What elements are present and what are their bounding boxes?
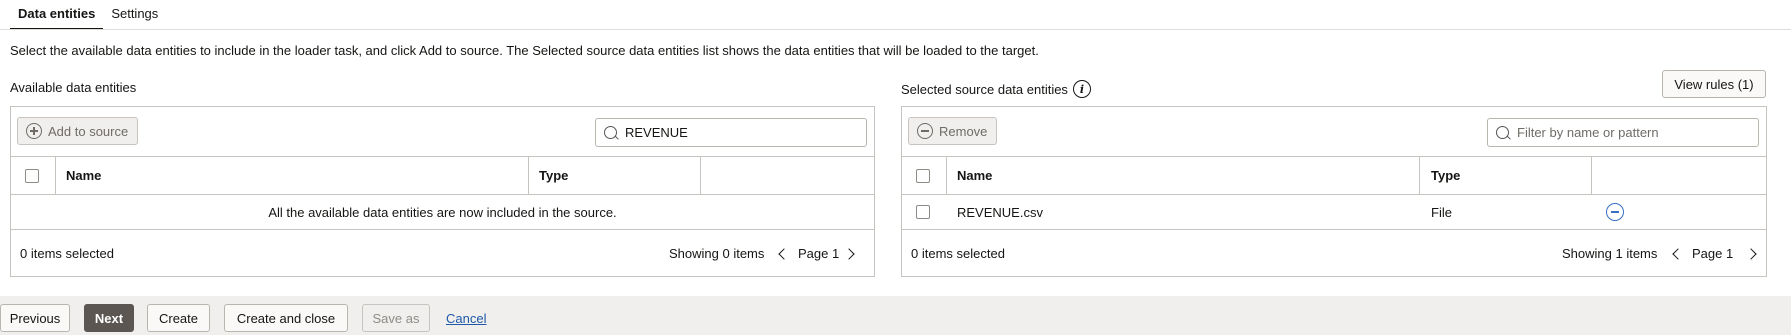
chevron-right-icon[interactable]	[843, 248, 855, 260]
add-to-source-button[interactable]: Add to source	[17, 117, 139, 145]
add-to-source-label: Add to source	[48, 123, 129, 139]
column-header-name[interactable]: Name	[957, 157, 992, 194]
available-toolbar: Add to source	[11, 107, 874, 157]
available-search-input[interactable]	[623, 124, 823, 141]
available-entities-panel: Add to source Name Type All the availabl…	[10, 106, 875, 277]
row-type: File	[1431, 204, 1452, 220]
chevron-left-icon[interactable]	[1672, 248, 1684, 260]
row-name: REVENUE.csv	[957, 204, 1043, 220]
tab-data-entities[interactable]: Data entities	[10, 0, 104, 30]
tab-divider	[0, 29, 1791, 30]
selected-footer: 0 items selected Showing 1 items Page 1	[902, 230, 1766, 276]
column-divider	[946, 157, 947, 194]
select-all-checkbox-cell	[25, 157, 39, 194]
info-icon[interactable]: i	[1072, 80, 1091, 98]
selected-entities-title-label: Selected source data entities	[901, 81, 1068, 97]
selected-toolbar: Remove	[902, 107, 1766, 157]
tab-bar: Data entities Settings	[10, 0, 166, 30]
column-divider	[55, 157, 56, 194]
search-icon	[1496, 126, 1509, 139]
available-footer: 0 items selected Showing 0 items Page 1	[11, 230, 874, 276]
column-header-name[interactable]: Name	[66, 157, 101, 194]
view-rules-button[interactable]: View rules (1)	[1662, 70, 1766, 98]
column-divider	[1419, 157, 1420, 194]
column-divider	[1591, 157, 1592, 194]
available-search-box[interactable]	[595, 118, 867, 147]
select-all-checkbox-cell	[916, 157, 930, 194]
chevron-right-icon[interactable]	[1745, 248, 1757, 260]
selected-filter-box[interactable]	[1487, 118, 1759, 147]
available-entities-title: Available data entities	[10, 80, 136, 95]
column-header-type[interactable]: Type	[539, 157, 568, 194]
row-remove-cell	[1606, 195, 1624, 229]
chevron-left-icon[interactable]	[778, 248, 790, 260]
column-header-type[interactable]: Type	[1431, 157, 1460, 194]
selected-entities-panel: Remove Name Type REVENUE.csv File 0 item…	[901, 106, 1767, 277]
previous-button[interactable]: Previous	[0, 304, 70, 332]
save-as-button[interactable]: Save as	[362, 304, 430, 332]
create-and-close-button[interactable]: Create and close	[224, 304, 348, 332]
empty-row: All the available data entities are now …	[11, 195, 874, 230]
next-button[interactable]: Next	[84, 304, 134, 332]
column-divider	[700, 157, 701, 194]
selected-entities-title: Selected source data entities i	[901, 80, 1091, 98]
cancel-link[interactable]: Cancel	[446, 311, 486, 326]
selected-table-header: Name Type	[902, 157, 1766, 195]
action-bar: Previous Next Create Create and close Sa…	[0, 296, 1791, 335]
available-entities-title-label: Available data entities	[10, 80, 137, 95]
table-row[interactable]: REVENUE.csv File	[902, 195, 1766, 230]
available-table-header: Name Type	[11, 157, 874, 195]
select-all-checkbox[interactable]	[916, 168, 930, 183]
empty-message: All the available data entities are now …	[268, 204, 617, 220]
remove-row-icon[interactable]	[1606, 203, 1624, 221]
row-checkbox[interactable]	[916, 205, 930, 219]
selected-page-label: Page 1	[1692, 245, 1734, 261]
select-all-checkbox[interactable]	[25, 168, 39, 183]
tab-settings[interactable]: Settings	[103, 0, 166, 30]
selected-showing-count: Showing 1 items	[1562, 245, 1658, 261]
create-button[interactable]: Create	[147, 304, 210, 332]
row-checkbox-cell	[916, 195, 930, 229]
available-showing-count: Showing 0 items	[669, 245, 765, 261]
available-page-label: Page 1	[798, 245, 840, 261]
instructions-text: Select the available data entities to in…	[10, 43, 1039, 58]
column-divider	[528, 157, 529, 194]
search-icon	[604, 126, 617, 139]
available-selected-count: 0 items selected	[20, 245, 114, 261]
plus-circle-icon	[26, 123, 42, 139]
remove-button[interactable]: Remove	[908, 117, 998, 145]
filter-input[interactable]	[1515, 124, 1715, 141]
remove-label: Remove	[939, 123, 988, 139]
selected-selected-count: 0 items selected	[911, 245, 1005, 261]
minus-circle-icon	[917, 123, 933, 139]
